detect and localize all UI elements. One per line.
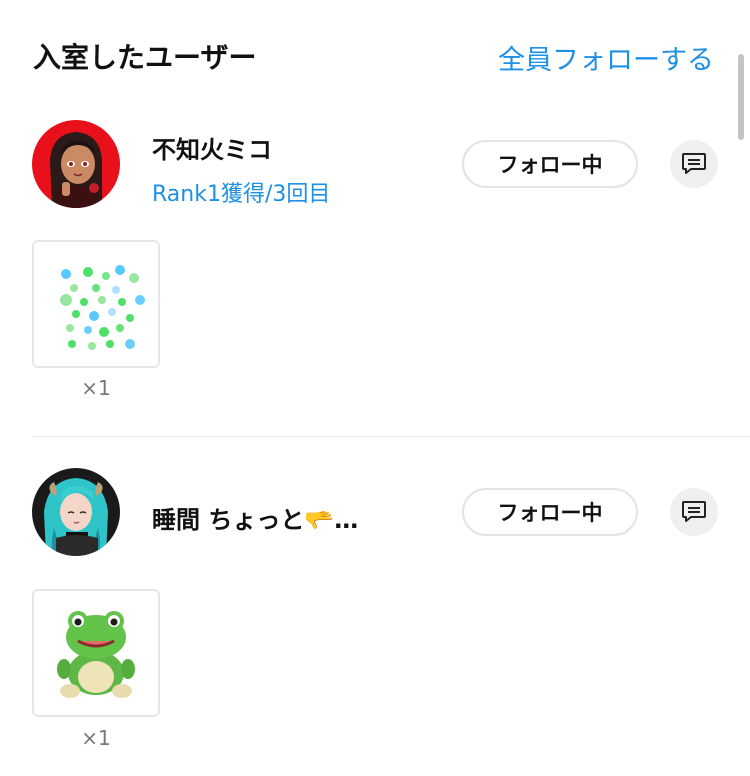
- gift-card[interactable]: [32, 589, 160, 717]
- sparkle-dots-gift-icon: [60, 265, 145, 350]
- entered-users-panel: 入室したユーザー 全員フォローする 不知火ミコ Rank1獲得/3回目 フォロー…: [0, 0, 750, 776]
- row-divider: [32, 436, 750, 437]
- message-button[interactable]: [670, 488, 718, 536]
- following-button[interactable]: フォロー中: [462, 488, 638, 536]
- gift-count: ×1: [81, 726, 111, 750]
- user-avatar[interactable]: [32, 120, 120, 208]
- user-rank-text: Rank1獲得/3回目: [152, 182, 331, 207]
- user-name[interactable]: 不知火ミコ: [152, 130, 272, 165]
- panel-header: 入室したユーザー 全員フォローする: [0, 0, 750, 100]
- panel-title: 入室したユーザー: [33, 41, 257, 74]
- user-row: 睡間 ちょっと🫳… フォロー中: [0, 468, 750, 568]
- frog-plush-gift-icon: [57, 611, 135, 698]
- following-button[interactable]: フォロー中: [462, 140, 638, 188]
- message-icon: [682, 153, 706, 174]
- gift-count: ×1: [81, 376, 111, 400]
- message-icon: [682, 501, 706, 522]
- gift-card[interactable]: [32, 240, 160, 368]
- follow-all-button[interactable]: 全員フォローする: [498, 38, 714, 77]
- user-name[interactable]: 睡間 ちょっと🫳…: [152, 500, 358, 535]
- user-row: 不知火ミコ Rank1獲得/3回目 フォロー中: [0, 120, 750, 220]
- avatar-red-background-character: [32, 120, 120, 208]
- avatar-teal-hair-character: [32, 468, 120, 556]
- user-avatar[interactable]: [32, 468, 120, 556]
- message-button[interactable]: [670, 140, 718, 188]
